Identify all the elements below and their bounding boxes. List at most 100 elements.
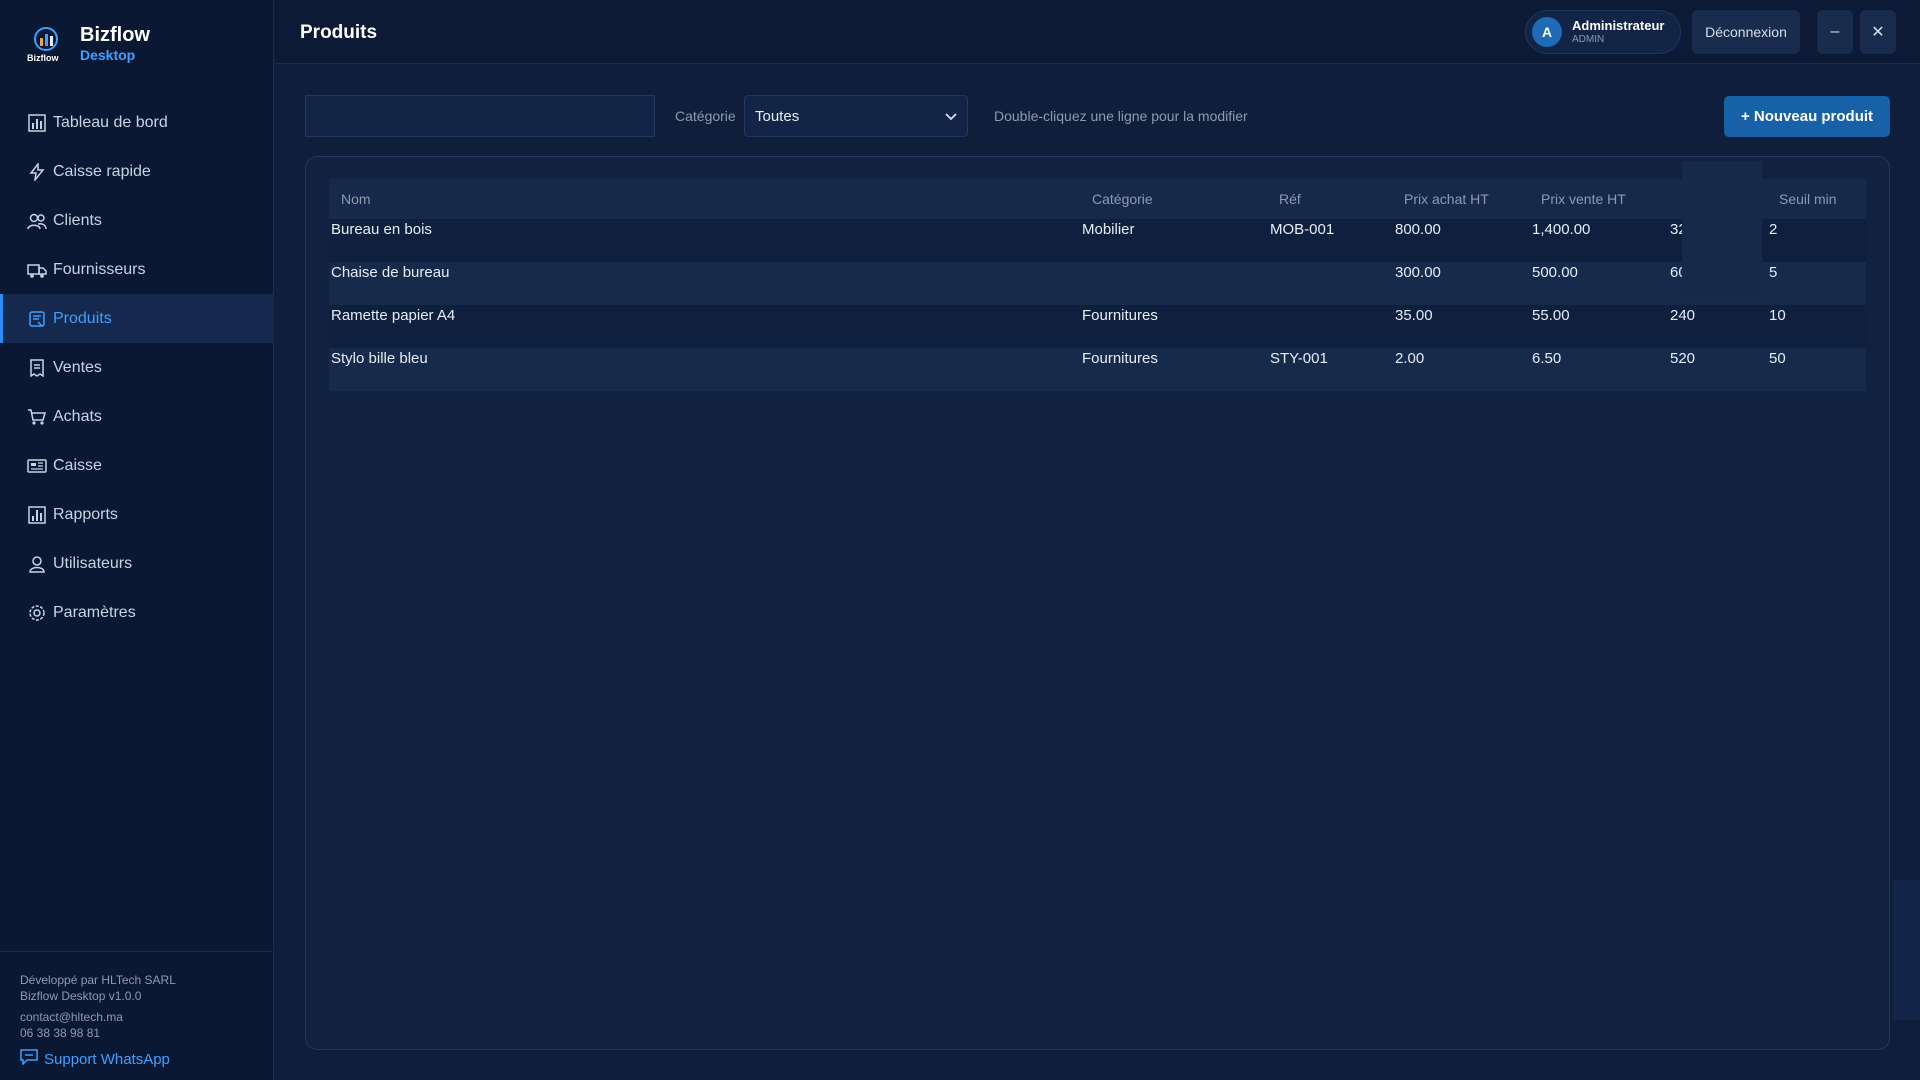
column-header-nom[interactable]: Nom	[341, 191, 371, 207]
cell-nom: Ramette papier A4	[331, 307, 456, 324]
logout-button[interactable]: Déconnexion	[1692, 10, 1800, 54]
sidebar-item-produits[interactable]: Produits	[0, 294, 274, 343]
sidebar-item-label: Produits	[53, 309, 112, 327]
developer-credit: Développé par HLTech SARL	[20, 973, 176, 987]
brand: Bizflow Bizflow Desktop	[26, 24, 150, 64]
bizflow-logo-icon: Bizflow	[26, 24, 66, 64]
sidebar-item-label: Caisse rapide	[53, 162, 151, 180]
column-header-seuil-min[interactable]: Seuil min	[1779, 191, 1837, 207]
page-title: Produits	[300, 22, 378, 43]
sidebar-item-fournisseurs[interactable]: Fournisseurs	[0, 245, 274, 294]
gear-icon	[27, 603, 47, 623]
cell-nom: Stylo bille bleu	[331, 350, 428, 367]
table-header: Nom Catégorie Réf Prix achat HT Prix ven…	[329, 179, 1866, 219]
close-button[interactable]: ✕	[1860, 10, 1896, 54]
sidebar-item-label: Rapports	[53, 505, 118, 523]
column-header-ref[interactable]: Réf	[1279, 191, 1301, 207]
category-select[interactable]: Toutes	[744, 95, 968, 137]
cell-seuil-min: 2	[1769, 221, 1778, 238]
truck-icon	[27, 260, 47, 280]
edit-hint: Double-cliquez une ligne pour la modifie…	[994, 108, 1248, 124]
sidebar-item-label: Paramètres	[53, 603, 136, 621]
sidebar-item-label: Fournisseurs	[53, 260, 146, 278]
users-icon	[27, 211, 47, 231]
cell-prix-achat: 2.00	[1395, 350, 1425, 367]
top-header: Produits A Administrateur ADMIN Déconnex…	[275, 0, 1920, 64]
app-name: Bizflow	[80, 24, 150, 46]
cell-stock: 240	[1670, 307, 1696, 324]
column-header-categorie[interactable]: Catégorie	[1092, 191, 1153, 207]
sidebar-item-ventes[interactable]: Ventes	[0, 343, 274, 392]
brand-text: Bizflow Desktop	[80, 24, 150, 64]
minimize-button[interactable]: –	[1817, 10, 1853, 54]
lightning-icon	[27, 162, 47, 182]
sidebar-item-label: Tableau de bord	[53, 113, 168, 131]
cell-nom: Chaise de bureau	[331, 264, 450, 281]
scrollbar[interactable]	[1893, 880, 1920, 1020]
sidebar-footer: Développé par HLTech SARL Bizflow Deskto…	[0, 951, 274, 1080]
sidebar-item-parametres[interactable]: Paramètres	[0, 588, 274, 637]
cell-nom: Bureau en bois	[331, 221, 432, 238]
search-input[interactable]	[305, 95, 655, 137]
table-row[interactable]: Ramette papier A4 Fournitures 35.00 55.0…	[329, 305, 1866, 348]
column-drag-overlay	[1682, 161, 1762, 300]
cell-ref: STY-001	[1270, 350, 1328, 367]
cell-seuil-min: 10	[1769, 307, 1786, 324]
sidebar-item-label: Ventes	[53, 358, 102, 376]
cell-seuil-min: 5	[1769, 264, 1778, 281]
sidebar-item-caisse[interactable]: Caisse	[0, 441, 274, 490]
cell-prix-achat: 35.00	[1395, 307, 1433, 324]
user-menu[interactable]: A Administrateur ADMIN	[1525, 10, 1681, 54]
products-table-card: Nom Catégorie Réf Prix achat HT Prix ven…	[305, 156, 1890, 1050]
bar-chart-icon	[27, 113, 47, 133]
sidebar-item-label: Clients	[53, 211, 102, 229]
support-whatsapp-link[interactable]: Support WhatsApp	[20, 1049, 254, 1069]
svg-text:Bizflow: Bizflow	[27, 53, 59, 63]
user-info: Administrateur ADMIN	[1572, 18, 1664, 47]
cell-prix-vente: 1,400.00	[1532, 221, 1591, 238]
column-header-prix-achat[interactable]: Prix achat HT	[1404, 191, 1489, 207]
products-table: Nom Catégorie Réf Prix achat HT Prix ven…	[329, 179, 1866, 391]
receipt-icon	[27, 358, 47, 378]
sidebar-item-label: Utilisateurs	[53, 554, 133, 572]
cell-seuil-min: 50	[1769, 350, 1786, 367]
contact-phone: 06 38 38 98 81	[20, 1026, 101, 1040]
sidebar-item-clients[interactable]: Clients	[0, 196, 274, 245]
cell-categorie: Fournitures	[1082, 350, 1158, 367]
table-row[interactable]: Bureau en bois Mobilier MOB-001 800.00 1…	[329, 219, 1866, 262]
cell-prix-achat: 300.00	[1395, 264, 1441, 281]
report-icon	[27, 505, 47, 525]
table-row[interactable]: Stylo bille bleu Fournitures STY-001 2.0…	[329, 348, 1866, 391]
cell-categorie: Mobilier	[1082, 221, 1135, 238]
user-role: ADMIN	[1572, 33, 1605, 45]
cell-stock: 520	[1670, 350, 1696, 367]
table-row[interactable]: Chaise de bureau 300.00 500.00 60 5	[329, 262, 1866, 305]
chat-icon	[20, 1049, 38, 1069]
sidebar-item-label: Achats	[53, 407, 102, 425]
avatar: A	[1532, 17, 1562, 47]
user-name: Administrateur	[1572, 17, 1665, 33]
sidebar-item-caisse-rapide[interactable]: Caisse rapide	[0, 147, 274, 196]
sidebar-item-tableau-de-bord[interactable]: Tableau de bord	[0, 98, 274, 147]
cell-prix-vente: 55.00	[1532, 307, 1570, 324]
cell-prix-achat: 800.00	[1395, 221, 1441, 238]
app-edition: Desktop	[80, 47, 136, 63]
sidebar: Bizflow Bizflow Desktop Tableau de bord …	[0, 0, 274, 1080]
support-whatsapp-label: Support WhatsApp	[44, 1050, 170, 1068]
sidebar-item-rapports[interactable]: Rapports	[0, 490, 274, 539]
cell-categorie: Fournitures	[1082, 307, 1158, 324]
cash-register-icon	[27, 456, 47, 476]
user-icon	[27, 554, 47, 574]
chevron-down-icon	[945, 108, 957, 125]
sidebar-item-achats[interactable]: Achats	[0, 392, 274, 441]
cell-ref: MOB-001	[1270, 221, 1335, 238]
new-product-button[interactable]: + Nouveau produit	[1724, 96, 1890, 137]
sidebar-item-label: Caisse	[53, 456, 102, 474]
cell-prix-vente: 500.00	[1532, 264, 1578, 281]
contact-email: contact@hltech.ma	[20, 1010, 123, 1024]
cell-prix-vente: 6.50	[1532, 350, 1562, 367]
cart-icon	[27, 407, 47, 427]
sidebar-item-utilisateurs[interactable]: Utilisateurs	[0, 539, 274, 588]
category-label: Catégorie	[675, 108, 736, 124]
column-header-prix-vente[interactable]: Prix vente HT	[1541, 191, 1626, 207]
